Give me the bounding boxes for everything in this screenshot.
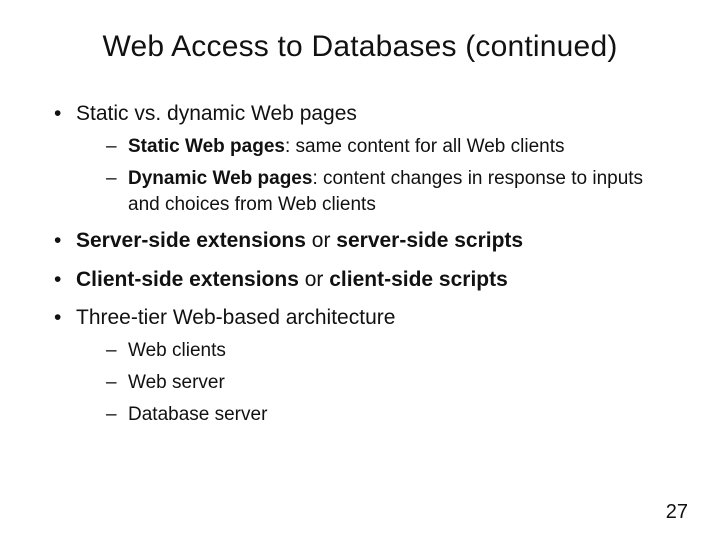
term-client-scripts: client-side scripts (329, 268, 508, 291)
slide: Web Access to Databases (continued) Stat… (0, 0, 720, 540)
term-server-scripts: server-side scripts (336, 229, 523, 252)
term-static: Static Web pages (128, 136, 285, 157)
bullet-text: Three-tier Web-based architecture (76, 306, 395, 329)
connector-or: or (306, 229, 336, 252)
sub-web-clients: Web clients (106, 338, 680, 364)
sub-list: Static Web pages: same content for all W… (106, 134, 680, 217)
bullet-text: Static vs. dynamic Web pages (76, 102, 357, 125)
connector-or: or (299, 268, 329, 291)
sub-database-server: Database server (106, 402, 680, 428)
bullet-static-vs-dynamic: Static vs. dynamic Web pages Static Web … (50, 100, 680, 217)
page-number: 27 (666, 501, 688, 524)
slide-title: Web Access to Databases (continued) (40, 30, 680, 64)
bullet-list: Static vs. dynamic Web pages Static Web … (50, 100, 680, 427)
sub-list: Web clients Web server Database server (106, 338, 680, 427)
bullet-server-side: Server-side extensions or server-side sc… (50, 227, 680, 255)
definition-static: : same content for all Web clients (285, 136, 565, 157)
sub-dynamic-pages: Dynamic Web pages: content changes in re… (106, 166, 680, 217)
bullet-three-tier: Three-tier Web-based architecture Web cl… (50, 304, 680, 427)
term-dynamic: Dynamic Web pages (128, 168, 312, 189)
sub-static-pages: Static Web pages: same content for all W… (106, 134, 680, 160)
term-server-ext: Server-side extensions (76, 229, 306, 252)
bullet-client-side: Client-side extensions or client-side sc… (50, 266, 680, 294)
sub-web-server: Web server (106, 370, 680, 396)
term-client-ext: Client-side extensions (76, 268, 299, 291)
